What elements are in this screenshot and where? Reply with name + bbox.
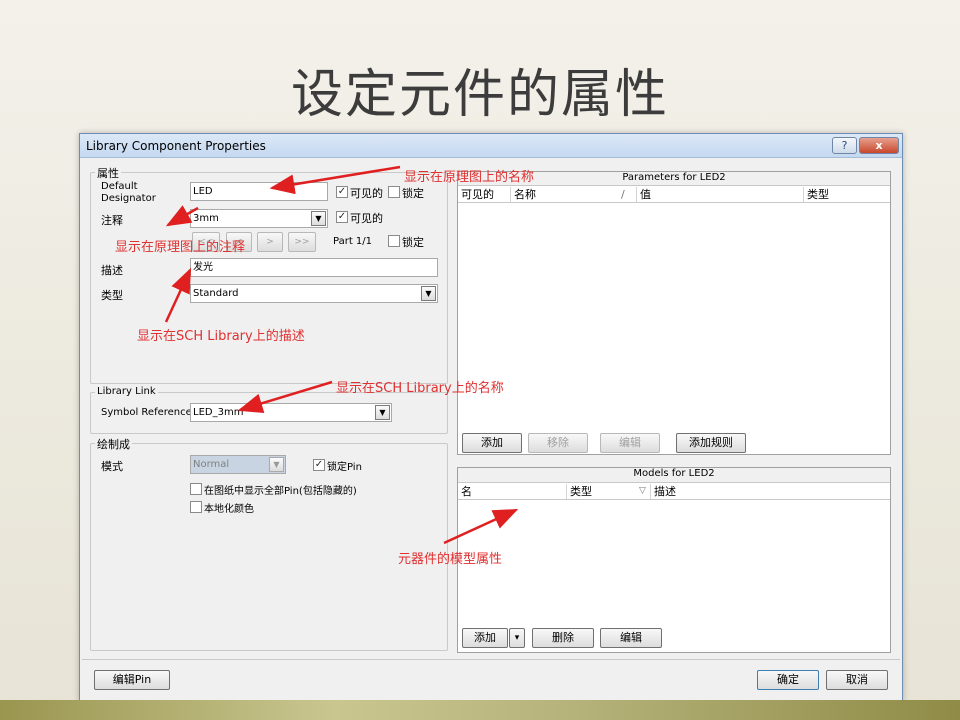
designator-label: Default Designator — [101, 181, 156, 204]
dialog-title: Library Component Properties — [86, 139, 266, 153]
help-button[interactable]: ? — [832, 137, 857, 154]
type-label: 类型 — [101, 289, 123, 302]
last-part-button[interactable]: >> — [288, 232, 316, 252]
chevron-down-icon[interactable]: ▼ — [311, 211, 326, 226]
library-link-group-label: Library Link — [95, 386, 158, 397]
lock-pins-checkbox[interactable]: ✓ — [313, 459, 325, 471]
type-value: Standard — [193, 288, 239, 299]
part-locked-label: 锁定 — [402, 236, 424, 249]
comment-visible-checkbox[interactable]: ✓ — [336, 211, 348, 223]
chevron-down-icon[interactable]: ▼ — [421, 286, 436, 301]
slide-title: 设定元件的属性 — [290, 65, 669, 125]
models-title: Models for LED2 — [458, 468, 890, 483]
graphical-group-label: 绘制成 — [95, 436, 132, 452]
comment-select[interactable]: 3mm ▼ — [190, 209, 328, 228]
param-col-value[interactable]: 值 — [636, 187, 803, 202]
footer-decoration-bar — [0, 700, 960, 720]
ok-button[interactable]: 确定 — [757, 670, 819, 690]
param-add-button[interactable]: 添加 — [462, 433, 522, 453]
mode-label: 模式 — [101, 460, 123, 473]
edit-pins-button[interactable]: 编辑Pin — [94, 670, 170, 690]
comment-annotation: 显示在原理图上的注释 — [115, 240, 246, 255]
param-remove-button[interactable]: 移除 — [528, 433, 588, 453]
local-colors-label: 本地化颜色 — [204, 504, 254, 515]
footer-divider — [82, 659, 900, 660]
param-edit-button[interactable]: 编辑 — [600, 433, 660, 453]
cancel-button[interactable]: 取消 — [826, 670, 888, 690]
model-edit-button[interactable]: 编辑 — [600, 628, 662, 648]
model-add-button[interactable]: 添加 — [462, 628, 508, 648]
models-annotation: 元器件的模型属性 — [398, 552, 503, 567]
show-all-pins-checkbox[interactable] — [190, 483, 202, 495]
designator-visible-label: 可见的 — [350, 187, 383, 200]
properties-group-label: 属性 — [95, 165, 121, 181]
graphical-group — [90, 443, 448, 651]
param-col-sort: / — [621, 188, 625, 201]
symbol-annotation: 显示在SCH Library上的名称 — [336, 381, 504, 396]
chevron-down-icon[interactable]: ▼ — [375, 405, 390, 420]
comment-label: 注释 — [101, 214, 123, 227]
parameters-panel — [457, 171, 891, 455]
symbol-reference-value: LED_3mm — [193, 407, 244, 418]
model-col-type[interactable]: 类型 — [566, 484, 636, 499]
param-col-visible[interactable]: 可见的 — [458, 187, 510, 202]
designator-visible-checkbox[interactable]: ✓ — [336, 186, 348, 198]
symbol-reference-select[interactable]: LED_3mm ▼ — [190, 403, 392, 422]
designator-locked-label: 锁定 — [402, 187, 424, 200]
library-component-properties-dialog: Library Component Properties ? x 属性 Defa… — [79, 133, 903, 702]
models-header: 名 类型 ▽ 描述 — [458, 484, 890, 500]
mode-value: Normal — [193, 459, 230, 470]
mode-select[interactable]: Normal ▼ — [190, 455, 286, 474]
designator-locked-checkbox[interactable] — [388, 186, 400, 198]
part-locked-checkbox[interactable] — [388, 235, 400, 247]
comment-value: 3mm — [193, 213, 219, 224]
designator-input[interactable]: LED — [190, 182, 328, 201]
dialog-titlebar: Library Component Properties ? x — [80, 134, 902, 158]
description-annotation: 显示在SCH Library上的描述 — [137, 329, 305, 344]
symbol-reference-label: Symbol Reference — [101, 407, 192, 418]
model-delete-button[interactable]: 删除 — [532, 628, 594, 648]
description-label: 描述 — [101, 264, 123, 277]
param-col-type[interactable]: 类型 — [803, 187, 890, 202]
chevron-down-icon[interactable]: ▼ — [269, 457, 284, 472]
show-all-pins-label: 在图纸中显示全部Pin(包括隐藏的) — [204, 486, 357, 497]
designator-annotation: 显示在原理图上的名称 — [404, 170, 535, 185]
type-select[interactable]: Standard ▼ — [190, 284, 438, 303]
model-col-description[interactable]: 描述 — [650, 484, 890, 499]
close-button[interactable]: x — [859, 137, 899, 154]
model-add-dropdown[interactable]: ▾ — [509, 628, 525, 648]
param-add-rule-button[interactable]: 添加规则 — [676, 433, 746, 453]
param-col-name[interactable]: 名称 — [510, 187, 618, 202]
parameters-header: 可见的 名称 / 值 类型 — [458, 187, 890, 203]
comment-visible-label: 可见的 — [350, 212, 383, 225]
part-label: Part 1/1 — [333, 236, 373, 247]
lock-pins-label: 锁定Pin — [327, 462, 362, 473]
local-colors-checkbox[interactable] — [190, 501, 202, 513]
model-col-name[interactable]: 名 — [458, 484, 566, 499]
next-part-button[interactable]: > — [257, 232, 283, 252]
description-input[interactable]: 发光 — [190, 258, 438, 277]
model-col-sort: ▽ — [639, 486, 646, 496]
